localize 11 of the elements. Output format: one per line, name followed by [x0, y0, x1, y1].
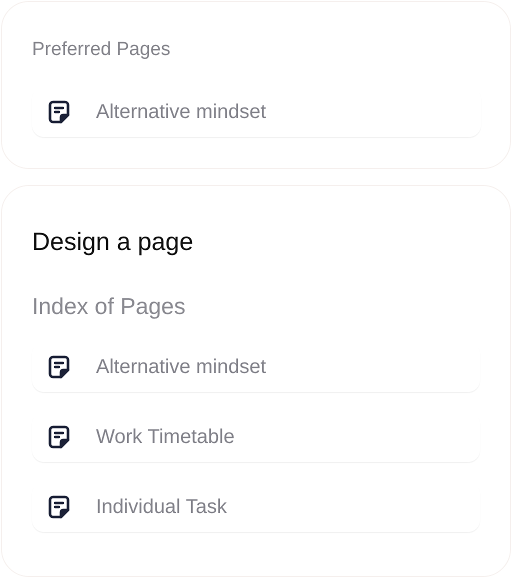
note-icon — [48, 425, 70, 449]
page-item[interactable]: Individual Task — [32, 482, 480, 532]
section-title: Preferred Pages — [32, 38, 172, 62]
note-icon — [48, 495, 70, 519]
page-item[interactable]: Alternative mindset — [32, 86, 481, 136]
page-item[interactable]: Work Timetable — [32, 412, 480, 462]
heading: Design a page — [32, 227, 194, 258]
section-title: Index of Pages — [32, 292, 186, 321]
page-item[interactable]: Alternative mindset — [32, 342, 480, 392]
note-icon — [48, 355, 70, 379]
note-icon — [48, 100, 70, 124]
